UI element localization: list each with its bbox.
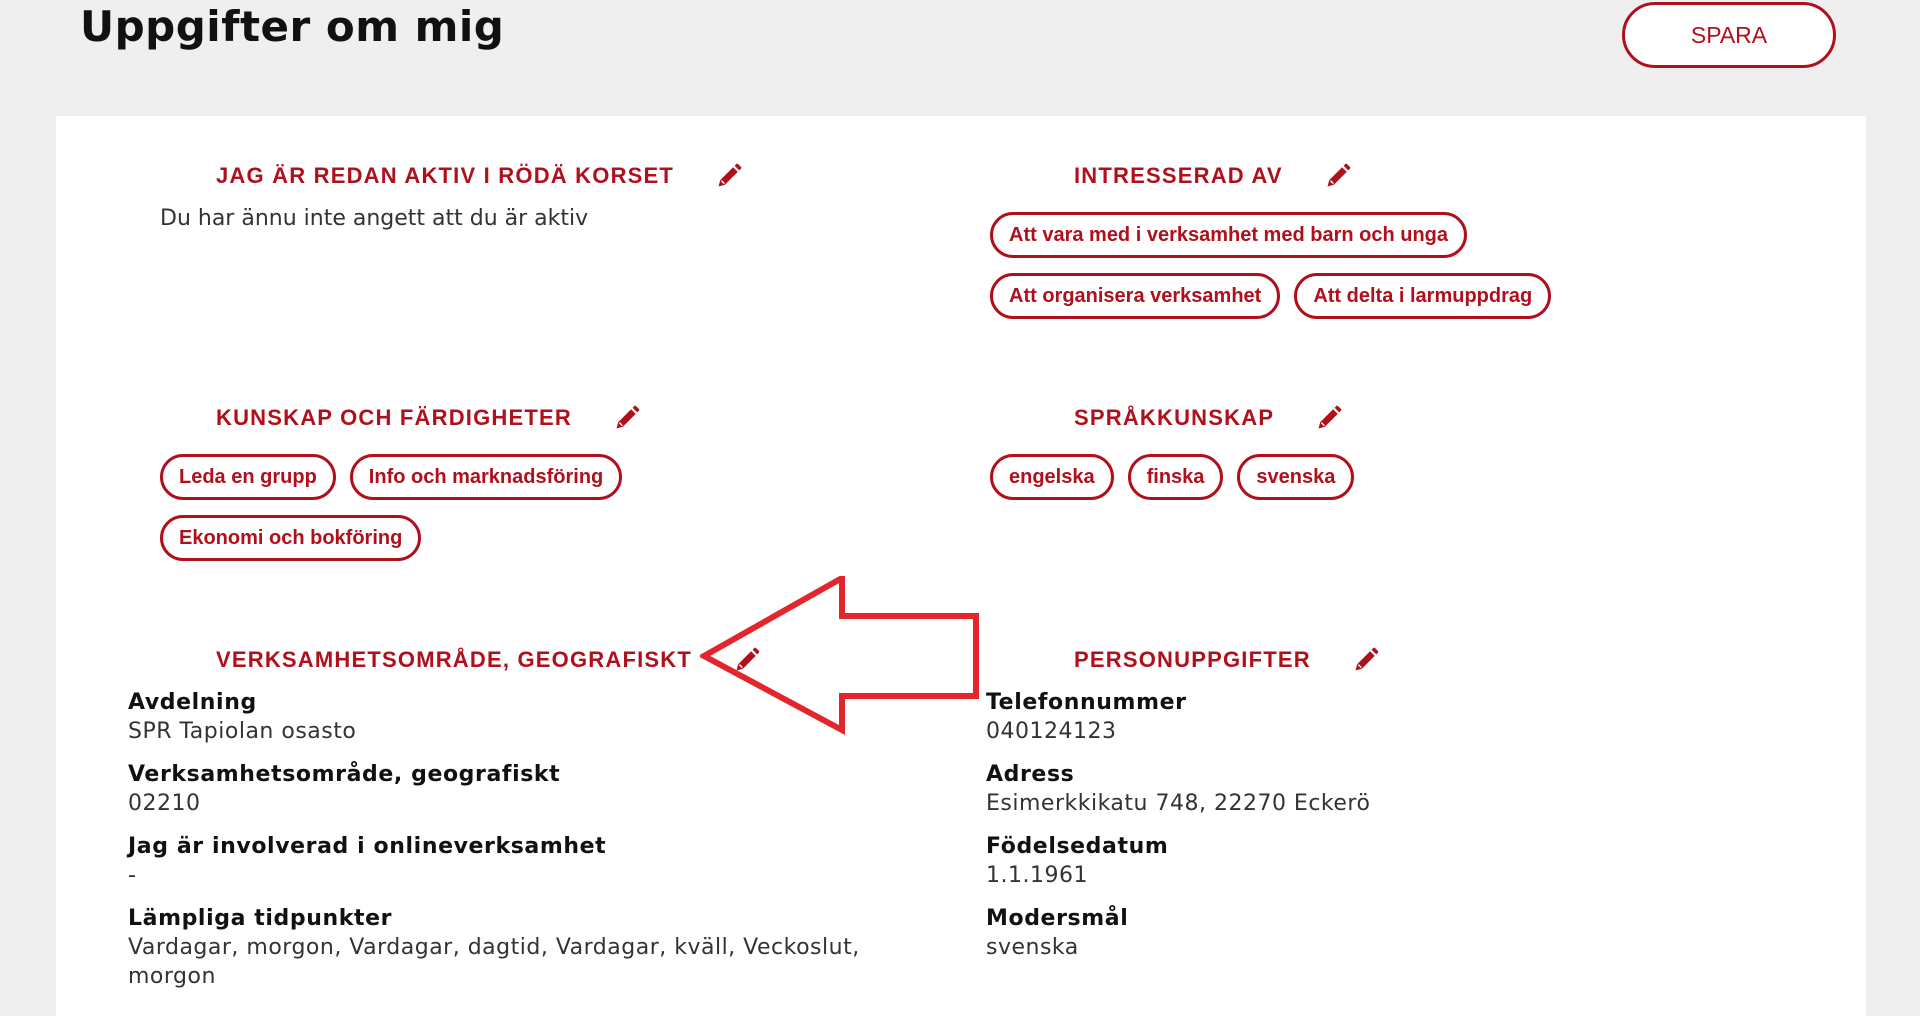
field-label: Modersmål: [986, 906, 1129, 931]
section-title-languages: SPRÅKKUNSKAP: [1074, 405, 1275, 430]
language-chip[interactable]: engelska: [990, 454, 1114, 500]
field-label: Lämpliga tidpunkter: [128, 906, 393, 931]
language-chip[interactable]: svenska: [1237, 454, 1355, 500]
edit-interests-pencil-icon[interactable]: [1323, 161, 1353, 191]
edit-personal-pencil-icon[interactable]: [1351, 645, 1381, 675]
field-value: -: [128, 863, 137, 888]
skill-chip[interactable]: Info och marknadsföring: [349, 454, 623, 500]
page-title: Uppgifter om mig: [80, 2, 505, 51]
interest-chip[interactable]: Att vara med i verksamhet med barn och u…: [990, 212, 1468, 258]
section-personal: PERSONUPPGIFTER Telefonnummer 040124123 …: [986, 640, 1786, 976]
section-interests: INTRESSERAD AV Att vara med i verksamhet…: [990, 156, 1790, 319]
section-title-personal: PERSONUPPGIFTER: [1074, 647, 1311, 672]
field-value: svenska: [986, 935, 1079, 960]
field-value: Esimerkkikatu 748, 22270 Eckerö: [986, 791, 1371, 816]
field-label: Jag är involverad i onlineverksamhet: [128, 834, 607, 859]
edit-skills-pencil-icon[interactable]: [612, 403, 642, 433]
section-title-area: VERKSAMHETSOMRÅDE, GEOGRAFISKT: [216, 647, 693, 672]
interest-chip[interactable]: Att organisera verksamhet: [990, 273, 1281, 319]
section-active: JAG ÄR REDAN AKTIV I RÖDÄ KORSET Du har …: [160, 156, 860, 231]
active-status-text: Du har ännu inte angett att du är aktiv: [160, 206, 589, 231]
field-value: Vardagar, morgon, Vardagar, dagtid, Vard…: [128, 935, 860, 989]
annotation-arrow-icon: [700, 576, 979, 736]
section-skills: KUNSKAP OCH FÄRDIGHETER Leda en grupp In…: [160, 398, 860, 561]
edit-languages-pencil-icon[interactable]: [1314, 403, 1344, 433]
language-chip[interactable]: finska: [1127, 454, 1224, 500]
skill-chip[interactable]: Leda en grupp: [160, 454, 336, 500]
field-value: 02210: [128, 791, 201, 816]
save-button[interactable]: SPARA: [1622, 2, 1836, 68]
section-title-skills: KUNSKAP OCH FÄRDIGHETER: [216, 405, 572, 430]
interest-chip[interactable]: Att delta i larmuppdrag: [1294, 273, 1552, 319]
field-value: 040124123: [986, 719, 1117, 744]
field-label: Verksamhetsområde, geografiskt: [128, 762, 561, 787]
section-languages: SPRÅKKUNSKAP engelska finska svenska: [990, 398, 1790, 500]
field-label: Födelsedatum: [986, 834, 1169, 859]
section-title-active: JAG ÄR REDAN AKTIV I RÖDÄ KORSET: [216, 163, 675, 188]
field-label: Adress: [986, 762, 1075, 787]
field-label: Telefonnummer: [986, 690, 1187, 715]
section-title-interests: INTRESSERAD AV: [1074, 163, 1283, 188]
skill-chip[interactable]: Ekonomi och bokföring: [160, 515, 422, 561]
edit-active-pencil-icon[interactable]: [714, 161, 744, 191]
profile-card: JAG ÄR REDAN AKTIV I RÖDÄ KORSET Du har …: [56, 116, 1866, 1016]
field-value: 1.1.1961: [986, 863, 1088, 888]
